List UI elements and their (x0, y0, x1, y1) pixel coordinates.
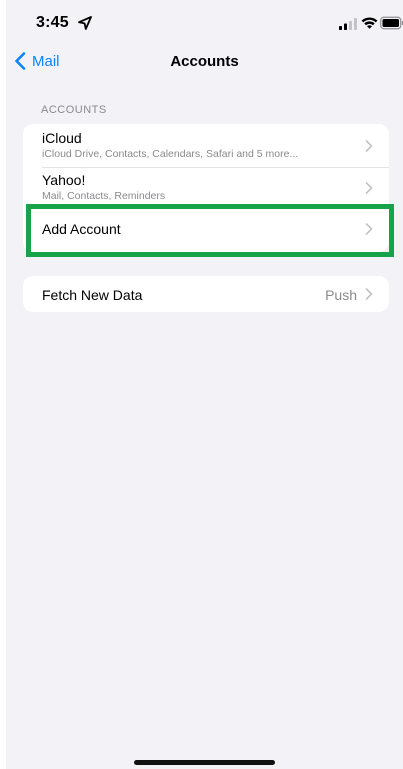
account-row-yahoo[interactable]: Yahoo! Mail, Contacts, Reminders (23, 168, 389, 206)
chevron-right-icon (365, 182, 373, 194)
fetch-new-data-row[interactable]: Fetch New Data Push (23, 276, 389, 312)
fetch-list: Fetch New Data Push (23, 276, 389, 312)
status-bar: 3:45 (6, 0, 403, 44)
add-account-row[interactable]: Add Account (23, 206, 389, 252)
navigation-bar: Mail Accounts (6, 44, 403, 78)
chevron-right-icon (365, 288, 373, 300)
account-subtitle: Mail, Contacts, Reminders (42, 190, 166, 202)
status-time: 3:45 (36, 14, 69, 31)
add-account-label: Add Account (42, 221, 121, 237)
accounts-section-header: ACCOUNTS (41, 104, 107, 116)
chevron-right-icon (365, 223, 373, 235)
wifi-icon (361, 17, 378, 29)
account-row-icloud[interactable]: iCloud iCloud Drive, Contacts, Calendars… (23, 124, 389, 168)
page-title: Accounts (170, 53, 239, 70)
home-indicator[interactable] (134, 760, 275, 765)
account-title: Yahoo! (42, 172, 86, 188)
account-title: iCloud (42, 130, 82, 146)
fetch-new-data-value: Push (325, 287, 357, 303)
battery-icon (380, 16, 403, 30)
settings-screen: 3:45 Mail Accounts ACCOUNTS iCloud iClou… (6, 0, 403, 769)
account-subtitle: iCloud Drive, Contacts, Calendars, Safar… (42, 148, 299, 160)
chevron-right-icon (365, 140, 373, 152)
accounts-list: iCloud iCloud Drive, Contacts, Calendars… (23, 124, 389, 252)
cellular-signal-icon (339, 18, 357, 30)
location-arrow-icon (78, 16, 92, 30)
fetch-new-data-label: Fetch New Data (42, 287, 143, 303)
